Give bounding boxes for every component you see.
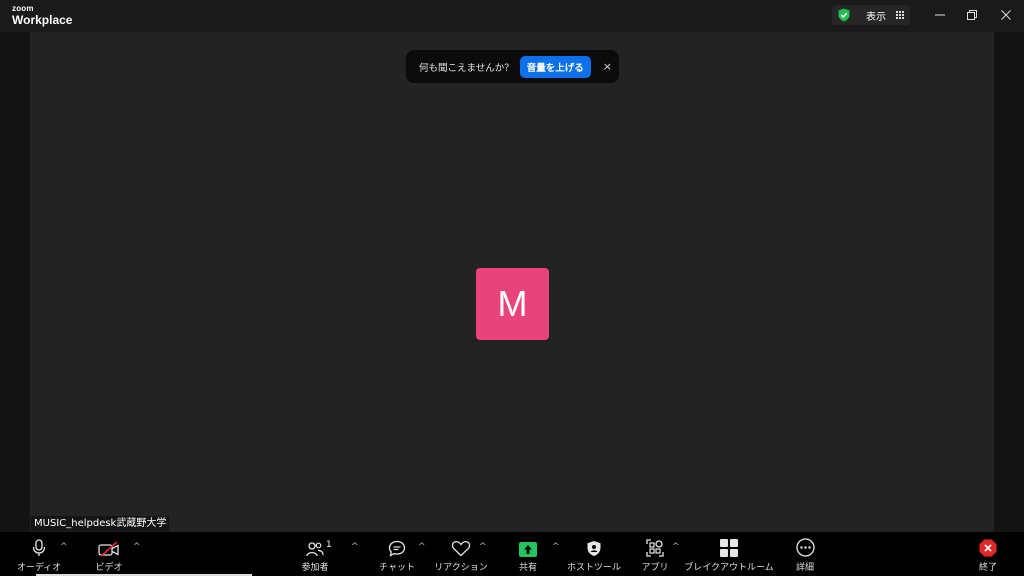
apps-button[interactable]: アプリ xyxy=(640,535,670,575)
breakout-rooms-button[interactable]: ブレイクアウトルーム xyxy=(684,535,774,575)
audio-button[interactable]: オーディオ xyxy=(16,535,62,575)
zoom-logo: zoom Workplace xyxy=(12,4,73,27)
chat-options-caret[interactable]: ^ xyxy=(418,542,426,552)
reactions-options-caret[interactable]: ^ xyxy=(479,542,487,552)
share-options-caret[interactable]: ^ xyxy=(552,542,560,552)
video-button[interactable]: ビデオ xyxy=(94,535,124,575)
participants-count: 1 xyxy=(326,540,332,550)
chat-button[interactable]: チャット xyxy=(379,535,415,575)
heart-icon xyxy=(451,541,471,557)
more-icon xyxy=(795,538,815,557)
toast-close-button[interactable]: × xyxy=(603,60,612,73)
audio-label: オーディオ xyxy=(16,563,62,573)
participants-label: 参加者 xyxy=(301,563,329,573)
end-meeting-button[interactable]: 終了 xyxy=(975,535,1001,575)
audio-options-caret[interactable]: ^ xyxy=(60,542,68,552)
zoom-meeting-window: zoom Workplace 表示 何も聞こえませんか？ 音量を上げる × M … xyxy=(0,0,1024,576)
chat-icon xyxy=(388,540,406,557)
raise-volume-button[interactable]: 音量を上げる xyxy=(519,55,591,78)
video-off-icon xyxy=(98,541,119,557)
end-icon xyxy=(979,539,997,557)
stage-margin-left xyxy=(0,32,30,532)
breakout-rooms-icon xyxy=(720,539,738,557)
video-options-caret[interactable]: ^ xyxy=(133,542,141,552)
minimize-icon xyxy=(935,14,945,16)
shield-check-icon xyxy=(838,8,850,22)
reactions-button[interactable]: リアクション xyxy=(434,535,488,575)
view-button[interactable]: 表示 xyxy=(832,5,910,25)
participants-icon xyxy=(306,542,324,557)
host-tools-label: ホストツール xyxy=(566,563,621,573)
participants-options-caret[interactable]: ^ xyxy=(351,542,359,552)
meeting-toolbar: オーディオ ^ ビデオ ^ 参加者 1 ^ チャット ^ リアクション ^ 共有… xyxy=(0,532,1024,576)
apps-options-caret[interactable]: ^ xyxy=(672,542,680,552)
participant-name-tag: MUSIC_helpdesk武蔵野大学 xyxy=(31,516,170,531)
stage-margin-right xyxy=(994,32,1024,532)
end-label: 終了 xyxy=(978,563,997,573)
close-icon xyxy=(1001,10,1011,20)
share-screen-icon xyxy=(519,542,537,557)
grid-icon xyxy=(896,11,904,19)
minimize-button[interactable] xyxy=(925,4,955,26)
brand-bottom: Workplace xyxy=(12,13,73,27)
view-label: 表示 xyxy=(866,11,886,23)
restore-icon xyxy=(967,10,977,20)
breakout-rooms-label: ブレイクアウトルーム xyxy=(684,563,774,573)
host-tools-button[interactable]: ホストツール xyxy=(566,535,622,575)
title-bar: zoom Workplace 表示 xyxy=(0,0,1024,32)
toast-message: 何も聞こえませんか？ xyxy=(419,62,514,74)
chat-label: チャット xyxy=(379,563,415,573)
participant-avatar: M xyxy=(476,268,549,340)
shield-icon xyxy=(587,541,601,556)
brand-top: zoom xyxy=(12,4,34,13)
audio-hint-toast: 何も聞こえませんか？ 音量を上げる × xyxy=(406,50,619,83)
apps-icon xyxy=(646,539,664,557)
share-button[interactable]: 共有 xyxy=(513,535,543,575)
reactions-label: リアクション xyxy=(434,563,488,573)
share-label: 共有 xyxy=(518,563,537,573)
more-label: 詳細 xyxy=(795,563,814,573)
apps-label: アプリ xyxy=(641,563,669,573)
video-label: ビデオ xyxy=(95,563,123,573)
microphone-icon xyxy=(32,539,46,556)
more-button[interactable]: 詳細 xyxy=(792,535,818,575)
close-window-button[interactable] xyxy=(991,4,1021,26)
restore-button[interactable] xyxy=(957,4,987,26)
